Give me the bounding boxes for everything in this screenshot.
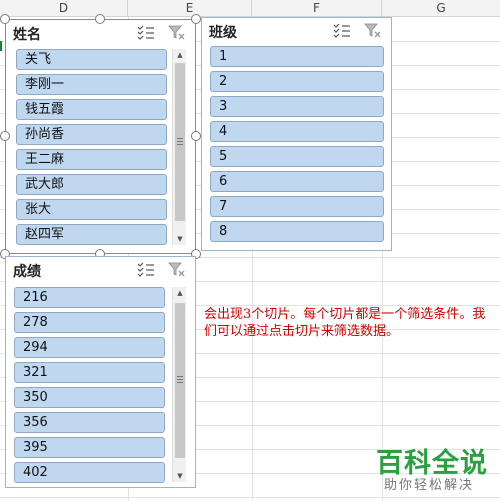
slicer-title: 成绩: [13, 264, 41, 280]
slicer-item[interactable]: 7: [210, 196, 384, 217]
slicer-item[interactable]: 321: [14, 362, 165, 383]
clear-filter-icon[interactable]: [168, 261, 186, 277]
slicer-item[interactable]: 294: [14, 337, 165, 358]
slicer-item[interactable]: 402: [14, 462, 165, 483]
resize-handle[interactable]: [191, 14, 201, 24]
slicer-item[interactable]: 关飞: [16, 49, 167, 70]
slicer-class[interactable]: 班级 1 2 3 4 5 6 7 8: [201, 17, 392, 251]
slicer-item[interactable]: 4: [210, 121, 384, 142]
column-header-e[interactable]: E: [128, 0, 252, 17]
resize-handle[interactable]: [95, 14, 105, 24]
slicer-name[interactable]: 姓名 关飞 李刚一 钱五霞 孙尚香 王二麻 武大郎 张大 赵四军 ▲ ▼: [5, 19, 196, 254]
slicer-item[interactable]: 356: [14, 412, 165, 433]
slicer-item[interactable]: 张大: [16, 199, 167, 220]
multi-select-icon[interactable]: [333, 22, 351, 38]
slicer-item[interactable]: 350: [14, 387, 165, 408]
column-header-f[interactable]: F: [252, 0, 382, 17]
scroll-thumb[interactable]: [175, 303, 185, 458]
slicer-item[interactable]: 武大郎: [16, 174, 167, 195]
slicer-score[interactable]: 成绩 216 278 294 321 350 356 395 402 ▲ ▼: [5, 256, 196, 488]
slicer-scrollbar[interactable]: ▲ ▼: [172, 49, 186, 245]
annotation-text: 会出现3个切片。每个切片都是一个筛选条件。我们可以通过点击切片来筛选数据。: [204, 307, 486, 339]
watermark-subtitle: 助你轻松解决: [384, 478, 475, 493]
slicer-item[interactable]: 1: [210, 46, 384, 67]
scroll-down-icon[interactable]: ▼: [173, 233, 187, 245]
slicer-item[interactable]: 6: [210, 171, 384, 192]
column-header-d[interactable]: D: [0, 0, 128, 17]
clear-filter-icon[interactable]: [168, 24, 186, 40]
slicer-item[interactable]: 216: [14, 287, 165, 308]
resize-handle[interactable]: [191, 131, 201, 141]
multi-select-icon[interactable]: [137, 261, 155, 277]
slicer-item[interactable]: 2: [210, 71, 384, 92]
clear-filter-icon[interactable]: [364, 22, 382, 38]
slicer-item[interactable]: 王二麻: [16, 149, 167, 170]
resize-handle[interactable]: [0, 131, 10, 141]
slicer-scrollbar[interactable]: ▲ ▼: [172, 287, 186, 482]
slicer-item[interactable]: 5: [210, 146, 384, 167]
slicer-item[interactable]: 8: [210, 221, 384, 242]
slicer-header: 成绩: [6, 257, 195, 283]
slicer-item[interactable]: 3: [210, 96, 384, 117]
slicer-item[interactable]: 赵四军: [16, 224, 167, 245]
scroll-thumb[interactable]: [175, 63, 185, 221]
active-cell-marker: [0, 41, 2, 51]
scroll-up-icon[interactable]: ▲: [173, 49, 187, 61]
slicer-header: 班级: [202, 18, 391, 44]
slicer-item[interactable]: 278: [14, 312, 165, 333]
column-header-bar: D E F G: [0, 0, 500, 17]
slicer-item[interactable]: 李刚一: [16, 74, 167, 95]
multi-select-icon[interactable]: [137, 24, 155, 40]
slicer-item[interactable]: 孙尚香: [16, 124, 167, 145]
slicer-item[interactable]: 钱五霞: [16, 99, 167, 120]
slicer-title: 姓名: [13, 27, 41, 43]
resize-handle[interactable]: [0, 14, 10, 24]
column-header-g[interactable]: G: [382, 0, 500, 17]
scroll-down-icon[interactable]: ▼: [173, 470, 187, 482]
slicer-title: 班级: [209, 25, 237, 41]
scroll-up-icon[interactable]: ▲: [173, 287, 187, 299]
slicer-item[interactable]: 395: [14, 437, 165, 458]
